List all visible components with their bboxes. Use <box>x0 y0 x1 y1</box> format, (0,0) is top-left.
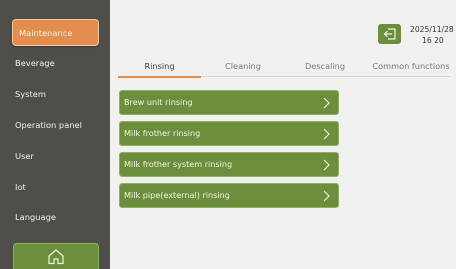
chevron-right-icon <box>323 159 330 171</box>
milk-frother-system-rinsing-button[interactable]: Milk frother system rinsing <box>119 152 339 177</box>
home-button[interactable] <box>13 243 99 269</box>
chevron-right-icon <box>323 128 330 140</box>
back-arrow-icon <box>383 28 396 40</box>
sidebar-item-system[interactable]: System <box>13 81 99 107</box>
chevron-right-icon <box>323 190 330 202</box>
chevron-right-icon <box>323 97 330 109</box>
sidebar-item-beverage[interactable]: Beverage <box>13 50 99 76</box>
sidebar-item-iot[interactable]: Iot <box>13 174 99 200</box>
sidebar-item-user[interactable]: User <box>13 143 99 169</box>
back-button[interactable] <box>378 24 401 44</box>
milk-frother-rinsing-button[interactable]: Milk frother rinsing <box>119 121 339 146</box>
milk-frother-system-rinsing-label: Milk frother system rinsing <box>124 159 233 169</box>
milk-pipe-external-rinsing-button[interactable]: Milk pipe(external) rinsing <box>119 183 339 208</box>
active-tab-indicator <box>118 76 201 78</box>
time-display: 16 20 <box>422 36 444 45</box>
milk-frother-rinsing-label: Milk frother rinsing <box>124 128 201 138</box>
sidebar: Maintenance Beverage System Operation pa… <box>0 0 110 269</box>
brew-unit-rinsing-label: Brew unit rinsing <box>124 97 193 107</box>
home-icon <box>48 249 64 265</box>
sidebar-item-language[interactable]: Language <box>13 204 99 230</box>
milk-pipe-external-rinsing-label: Milk pipe(external) rinsing <box>124 190 230 200</box>
sidebar-item-operation-panel[interactable]: Operation panel <box>13 112 99 138</box>
sidebar-item-maintenance[interactable]: Maintenance <box>12 19 99 46</box>
brew-unit-rinsing-button[interactable]: Brew unit rinsing <box>119 90 339 115</box>
date-display: 2025/11/28 <box>410 25 454 34</box>
